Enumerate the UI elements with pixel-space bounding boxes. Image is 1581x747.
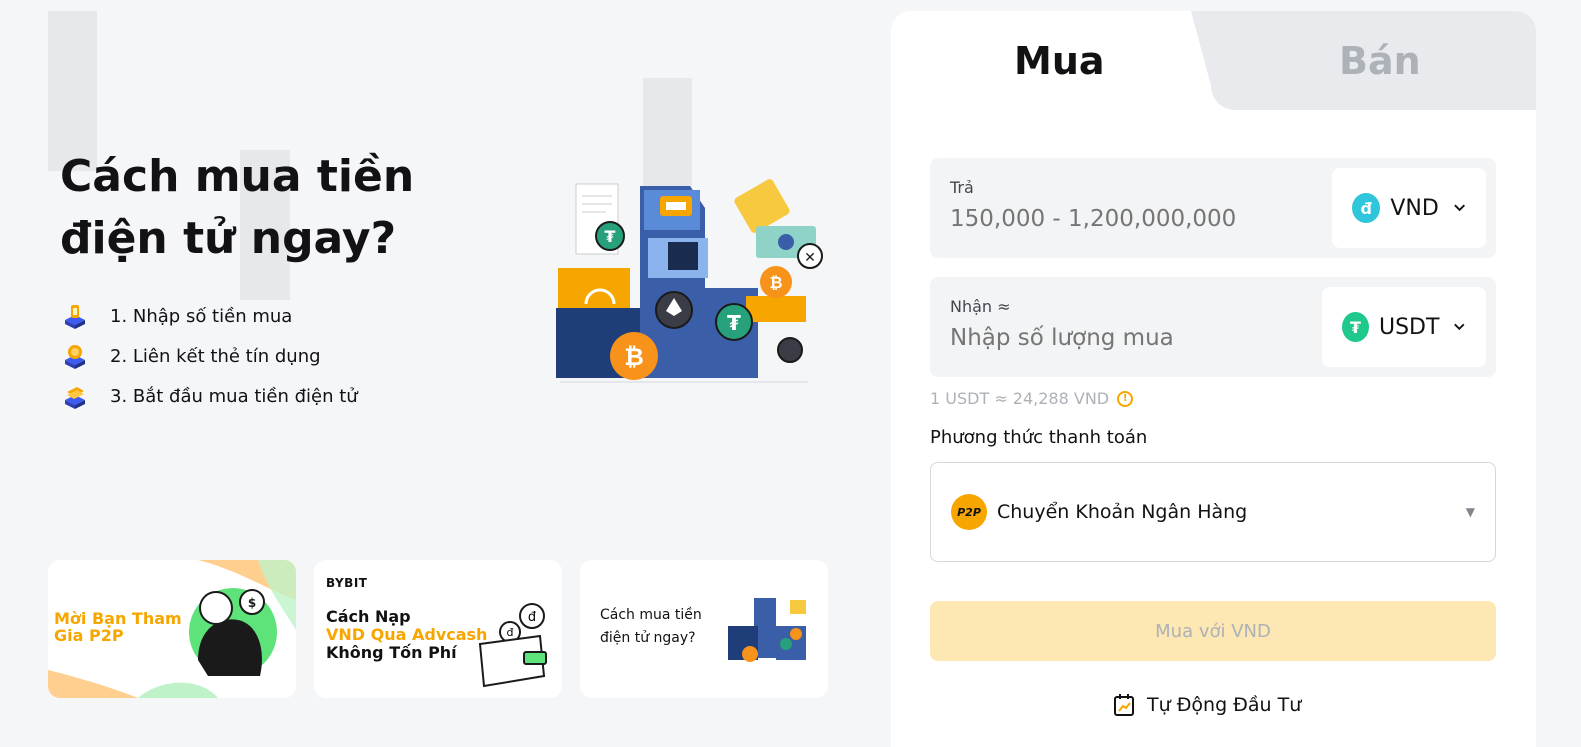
svg-text:đ: đ [528,610,537,625]
banner-how-to-buy[interactable]: Cách mua tiền điện tử ngay? [580,560,828,698]
buy-button[interactable]: Mua với VND [930,601,1496,661]
svg-text:₿: ₿ [769,273,782,292]
pay-label: Trả [950,178,974,197]
hero-title: Cách mua tiền điện tử ngay? [60,151,415,264]
step-label: 2. Liên kết thẻ tín dụng [110,345,321,367]
pay-currency-select[interactable]: đ VND [1332,168,1486,248]
payment-method-label: Phương thức thanh toán [930,427,1148,448]
auto-invest-label: Tự Động Đầu Tư [1147,694,1302,716]
banner-highlight: VND Qua Advcash [326,625,488,644]
receive-currency-select[interactable]: ₮ USDT [1322,287,1486,367]
steps-list: 1. Nhập số tiền mua 2. Liên kết thẻ tín … [60,296,358,416]
caret-down-icon: ▼ [1465,505,1475,519]
receive-label: Nhận ≈ [950,297,1011,316]
svg-text:₮: ₮ [604,227,615,246]
calendar-chart-icon [1114,694,1134,716]
wallet-icon: đ đ [478,603,547,688]
step-item: 3. Bắt đầu mua tiền điện tử [60,376,358,416]
auto-invest-link[interactable]: Tự Động Đầu Tư [1113,693,1301,717]
svg-text:₿: ₿ [624,343,644,371]
exchange-rate: 1 USDT ≈ 24,288 VND ! [930,389,1134,408]
payment-method-select[interactable]: P2P Chuyển Khoản Ngân Hàng ▼ [930,462,1496,562]
vnd-icon: đ [1352,193,1381,223]
card-stack-icon [60,381,90,411]
banner-title: Cách mua tiền điện tử ngay? [600,607,702,646]
svg-text:₮: ₮ [727,311,741,335]
usdt-icon: ₮ [1342,312,1369,342]
svg-text:đ: đ [507,626,514,639]
banner-line: Không Tốn Phí [326,643,457,662]
banner-title: Cách Nạp VND Qua Advcash Không Tốn Phí [326,608,487,662]
pay-currency-label: VND [1390,195,1439,221]
bybit-logo: BYBIT [326,576,368,590]
buy-sell-panel: Mua Bán Trả đ VND Nhận ≈ ₮ USDT 1 USDT ≈… [891,11,1536,747]
tab-sell[interactable]: Bán [1339,39,1421,83]
step-label: 1. Nhập số tiền mua [110,305,293,327]
receive-currency-label: USDT [1378,314,1440,340]
pay-amount-input[interactable] [950,206,1310,232]
tab-buy[interactable]: Mua [1014,39,1105,83]
chevron-down-icon [1454,204,1465,212]
banner-title: Mời Bạn Tham Gia P2P [54,609,182,645]
pay-field: Trả đ VND [930,158,1496,258]
svg-text:✕: ✕ [804,250,816,266]
banner-p2p-invite[interactable]: $ Mời Bạn Tham Gia P2P [48,560,296,698]
chevron-down-icon [1454,323,1465,331]
receive-amount-input[interactable] [950,325,1310,351]
coin-card-icon [60,341,90,371]
coin-stack-icon [60,301,90,331]
step-item: 2. Liên kết thẻ tín dụng [60,336,358,376]
banner-advcash[interactable]: BYBIT Cách Nạp VND Qua Advcash Không Tốn… [314,560,562,698]
p2p-icon: P2P [951,494,987,530]
crypto-atm-thumbnail [728,598,806,662]
promo-banners: $ Mời Bạn Tham Gia P2P BYBIT Cách Nạp VN… [48,560,828,698]
exchange-rate-text: 1 USDT ≈ 24,288 VND [930,389,1110,408]
receive-field: Nhận ≈ ₮ USDT [930,277,1496,377]
info-warning-icon[interactable]: ! [1117,390,1134,407]
crypto-atm-illustration: ₮ ✕ ₿ ₮ ₿ [556,179,823,383]
svg-text:$: $ [248,596,256,610]
payment-method-value: Chuyển Khoản Ngân Hàng [997,501,1248,523]
step-item: 1. Nhập số tiền mua [60,296,358,336]
step-label: 3. Bắt đầu mua tiền điện tử [110,385,358,407]
banner-line: Cách Nạp [326,607,411,626]
